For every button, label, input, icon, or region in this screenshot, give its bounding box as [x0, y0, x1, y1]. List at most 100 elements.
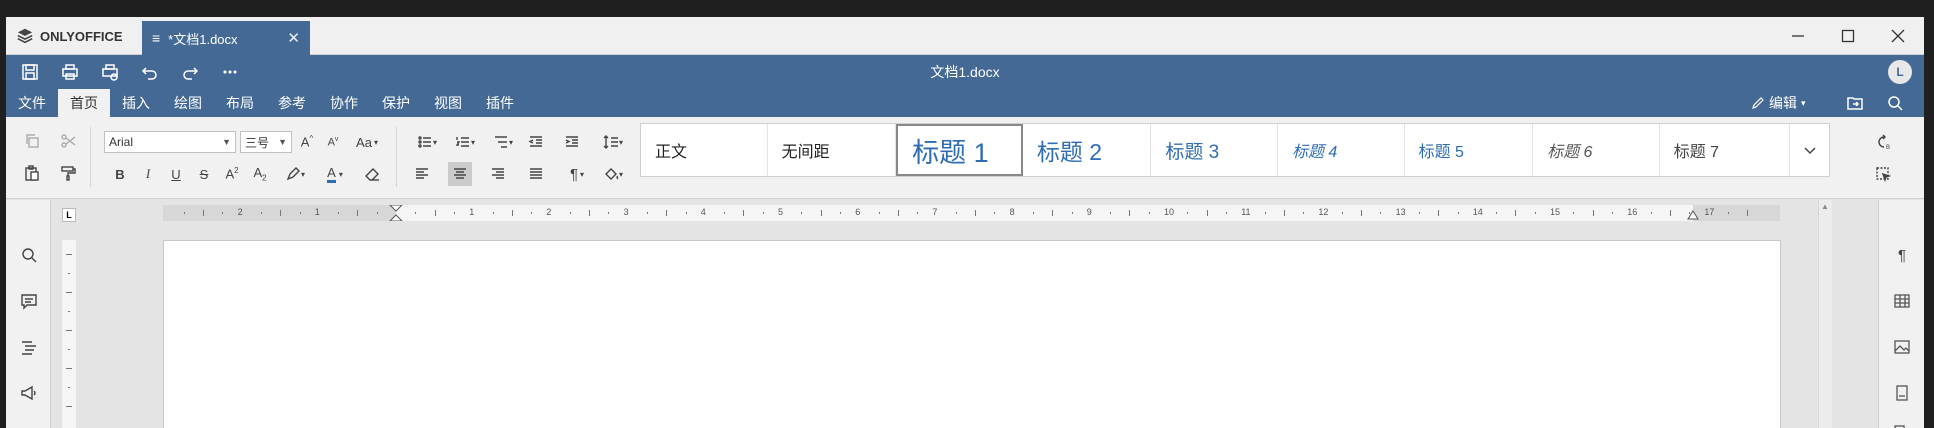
- styles-expand-button[interactable]: [1790, 124, 1829, 176]
- vertical-ruler[interactable]: [62, 240, 76, 428]
- header-footer-settings-button[interactable]: [1889, 380, 1915, 406]
- tab-home[interactable]: 首页: [58, 89, 110, 117]
- redo-button[interactable]: [176, 60, 204, 84]
- align-right-button[interactable]: [486, 162, 510, 186]
- copy-button[interactable]: [20, 129, 44, 153]
- bold-button[interactable]: B: [108, 162, 132, 186]
- font-color-button[interactable]: A ▾: [318, 162, 352, 186]
- save-button[interactable]: [16, 60, 44, 84]
- strikethrough-button[interactable]: S: [192, 162, 216, 186]
- ruler-tick: [376, 212, 378, 214]
- style-no-spacing[interactable]: 无间距: [768, 124, 897, 176]
- feedback-button[interactable]: [16, 380, 42, 406]
- first-line-indent-marker[interactable]: [388, 204, 404, 226]
- more-button[interactable]: [216, 60, 244, 84]
- navigation-button[interactable]: [16, 334, 42, 360]
- quick-print-button[interactable]: [96, 60, 124, 84]
- italic-button[interactable]: I: [136, 162, 160, 186]
- undo-button[interactable]: [136, 60, 164, 84]
- justify-button[interactable]: [524, 162, 548, 186]
- increase-indent-button[interactable]: [560, 130, 584, 154]
- nonprinting-chars-button[interactable]: ¶ ▾: [560, 162, 594, 186]
- ruler-tick: [1573, 212, 1575, 214]
- select-all-button[interactable]: [1868, 162, 1898, 186]
- tab-layout[interactable]: 布局: [214, 89, 266, 117]
- decrease-indent-button[interactable]: [524, 130, 548, 154]
- minimize-button[interactable]: [1773, 17, 1823, 55]
- horizontal-ruler[interactable]: 2 1 1 2 3 4 5 6 7 8 9 10 11 12 13 14 15 16 17: [163, 204, 1780, 222]
- print-button[interactable]: [56, 60, 84, 84]
- font-size-select[interactable]: 三号 ▼: [240, 131, 292, 153]
- tab-plugins[interactable]: 插件: [474, 89, 526, 117]
- tab-insert[interactable]: 插入: [110, 89, 162, 117]
- shading-button[interactable]: ▾: [596, 162, 630, 186]
- ruler-tick: [1611, 212, 1613, 214]
- style-heading-1[interactable]: 标题 1: [896, 124, 1023, 176]
- tab-draw[interactable]: 绘图: [162, 89, 214, 117]
- format-painter-button[interactable]: [56, 161, 80, 185]
- paste-button[interactable]: [20, 161, 44, 185]
- hamburger-menu-icon[interactable]: ≡: [152, 30, 160, 46]
- style-heading-3[interactable]: 标题 3: [1151, 124, 1278, 176]
- tab-view[interactable]: 视图: [422, 89, 474, 117]
- style-heading-7[interactable]: 标题 7: [1660, 124, 1791, 176]
- shape-icon: [1894, 425, 1905, 428]
- document-tab[interactable]: ≡ *文档1.docx ✕: [142, 21, 310, 55]
- change-styles-button[interactable]: B: [1868, 130, 1898, 154]
- table-settings-button[interactable]: [1889, 288, 1915, 314]
- open-location-button[interactable]: [1842, 91, 1868, 115]
- superscript-button[interactable]: A2: [220, 162, 244, 186]
- clear-format-button[interactable]: [360, 162, 384, 186]
- vertical-ruler-tick: [68, 311, 70, 312]
- style-heading-6[interactable]: 标题 6: [1533, 124, 1660, 176]
- image-settings-button[interactable]: [1889, 334, 1915, 360]
- scroll-up-icon[interactable]: ▲: [1821, 202, 1829, 211]
- find-button[interactable]: [16, 242, 42, 268]
- ruler-tick: [1052, 210, 1054, 216]
- user-avatar[interactable]: L: [1888, 60, 1912, 84]
- decrease-font-button[interactable]: Av: [321, 130, 345, 154]
- bullet-list-button[interactable]: ▾: [410, 130, 444, 154]
- ruler-tick: [1457, 212, 1459, 214]
- tab-protection[interactable]: 保护: [370, 89, 422, 117]
- tab-stop-selector[interactable]: L: [62, 208, 76, 222]
- ruler-tick: [897, 210, 899, 216]
- shape-settings-button[interactable]: [1889, 420, 1915, 428]
- style-normal[interactable]: 正文: [641, 124, 768, 176]
- ruler-label: 1: [314, 207, 320, 217]
- style-heading-5[interactable]: 标题 5: [1405, 124, 1534, 176]
- tab-references[interactable]: 参考: [266, 89, 318, 117]
- tab-file[interactable]: 文件: [6, 89, 58, 117]
- document-page[interactable]: [163, 240, 1781, 428]
- edit-mode-button[interactable]: 编辑 ▾: [1751, 89, 1806, 117]
- chevron-down-icon: ▾: [470, 137, 475, 147]
- cut-button[interactable]: [56, 129, 80, 153]
- right-indent-marker[interactable]: [1687, 207, 1699, 226]
- font-name-select[interactable]: Arial ▼: [104, 131, 236, 153]
- style-heading-2[interactable]: 标题 2: [1023, 124, 1152, 176]
- ruler-tick: [646, 212, 648, 214]
- subscript-button[interactable]: A2: [248, 162, 272, 186]
- eraser-icon: [365, 168, 379, 181]
- increase-font-button[interactable]: A^: [295, 130, 319, 154]
- line-spacing-button[interactable]: ▾: [596, 130, 630, 154]
- close-window-button[interactable]: [1873, 17, 1923, 55]
- change-case-button[interactable]: Aa ▾: [349, 130, 385, 154]
- search-button[interactable]: [1882, 91, 1908, 115]
- align-left-button[interactable]: [410, 162, 434, 186]
- maximize-button[interactable]: [1823, 17, 1873, 55]
- paragraph-settings-button[interactable]: ¶: [1889, 242, 1915, 268]
- tab-collaboration[interactable]: 协作: [318, 89, 370, 117]
- vertical-scrollbar[interactable]: ▲: [1818, 200, 1832, 428]
- numbered-list-button[interactable]: ▾: [448, 130, 482, 154]
- underline-button[interactable]: U: [164, 162, 188, 186]
- style-heading-4[interactable]: 标题 4: [1278, 124, 1405, 176]
- multilevel-list-button[interactable]: ▾: [486, 130, 520, 154]
- align-center-button[interactable]: [448, 162, 472, 186]
- close-tab-icon[interactable]: ✕: [287, 29, 300, 47]
- comments-button[interactable]: [16, 288, 42, 314]
- ruler-tick: [492, 212, 494, 214]
- app-logo[interactable]: ONLYOFFICE: [16, 17, 123, 55]
- highlight-color-button[interactable]: ▾: [278, 162, 312, 186]
- ruler-tick: [1650, 212, 1652, 214]
